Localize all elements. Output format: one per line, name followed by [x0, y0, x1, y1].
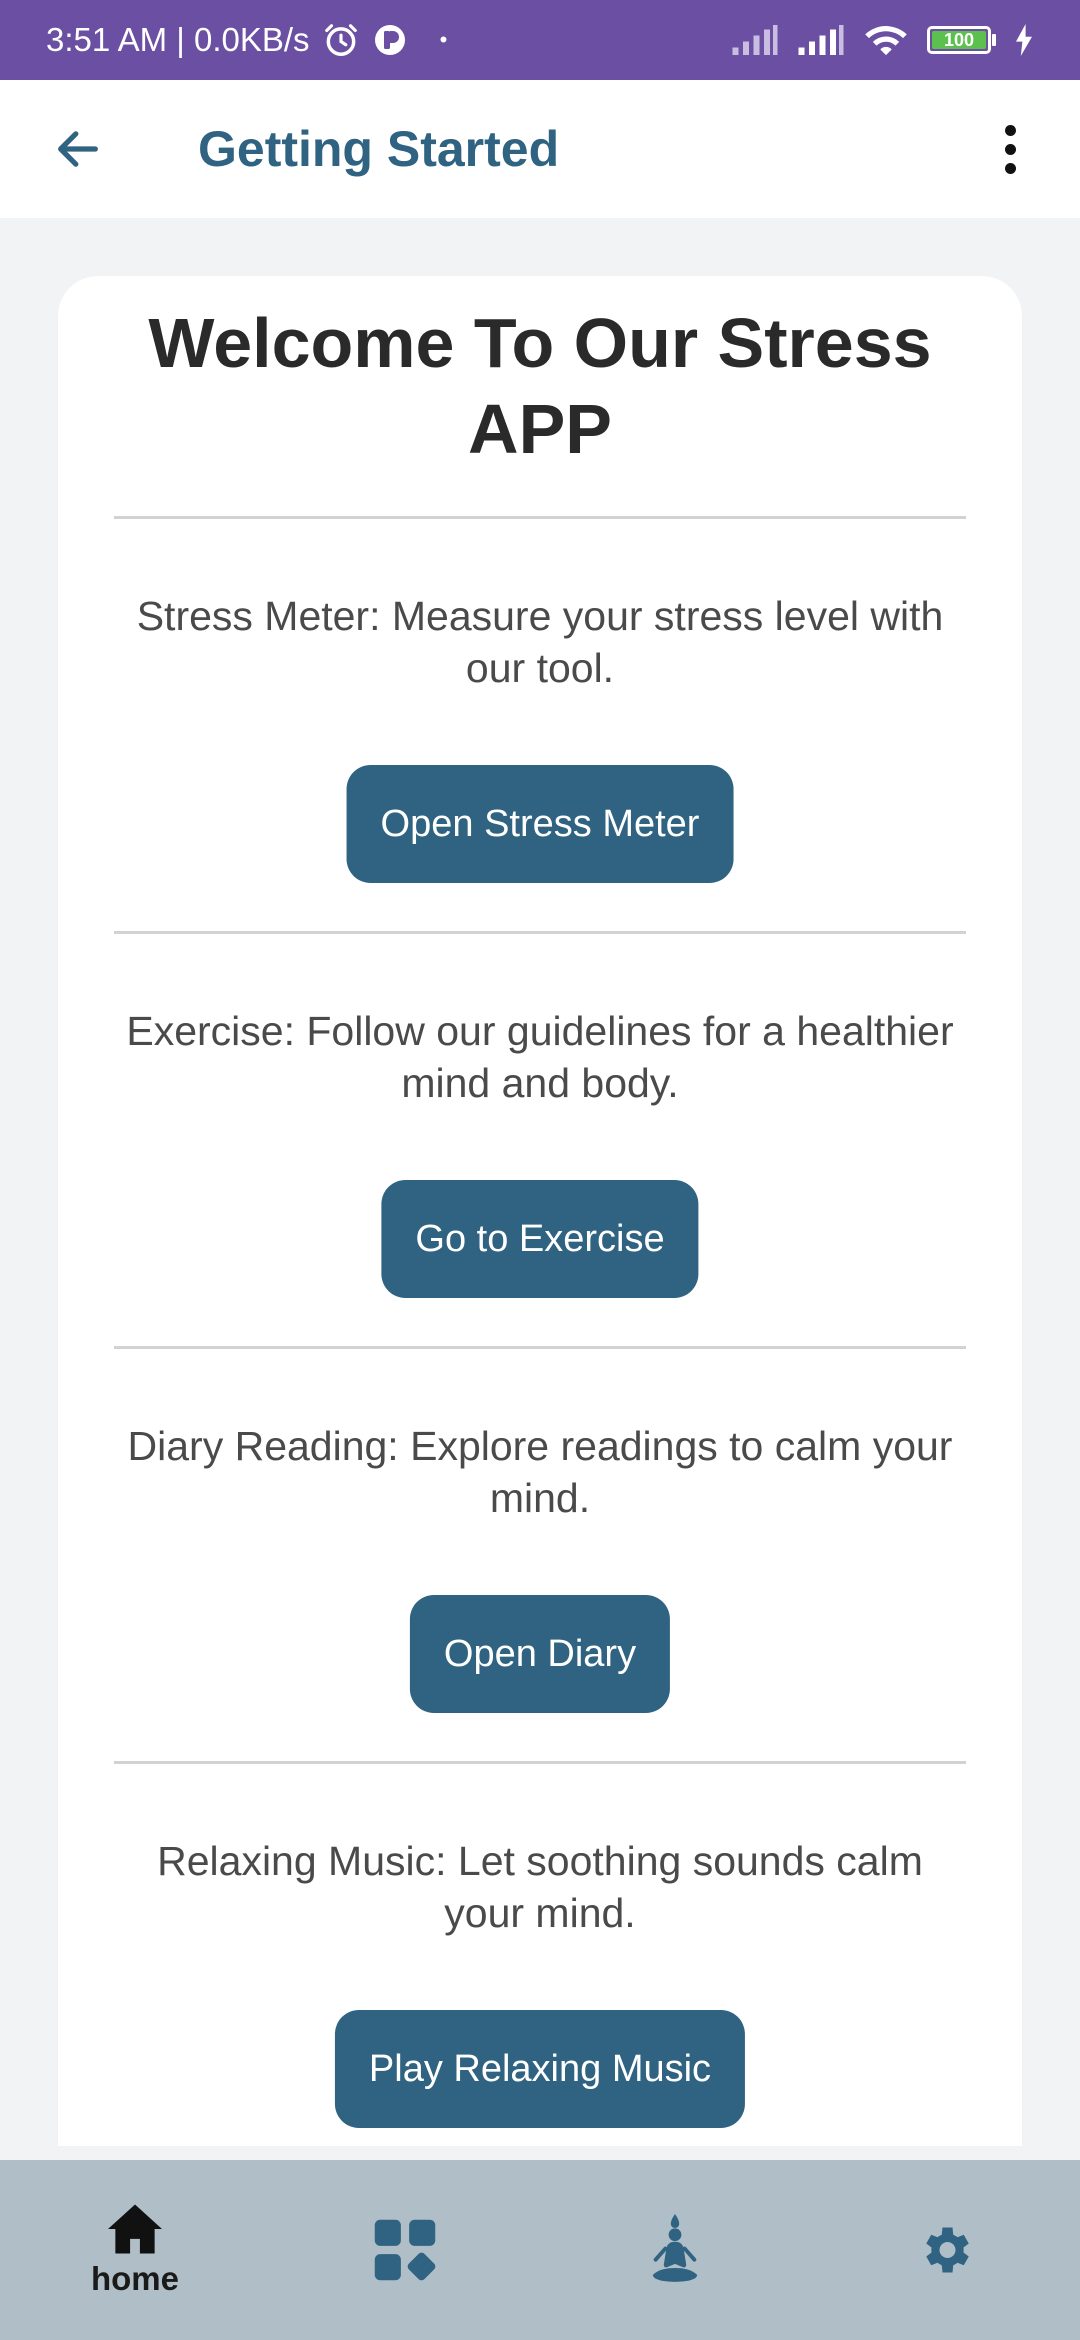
stress-meter-description: Stress Meter: Measure your stress level … — [136, 593, 944, 691]
more-vertical-icon — [1004, 124, 1016, 136]
relaxing-music-description: Relaxing Music: Let soothing sounds calm… — [157, 1838, 923, 1936]
arrow-left-icon — [58, 131, 98, 167]
dashboard-icon — [374, 2219, 436, 2281]
welcome-title: Welcome To Our Stress APP — [148, 304, 932, 468]
meditation-icon — [652, 2214, 698, 2282]
status-time-speed: 3:51 AM | 0.0KB/s — [46, 21, 310, 58]
page-title: Getting Started — [198, 121, 560, 177]
signal-icon — [797, 25, 845, 55]
open-stress-meter-button[interactable]: Open Stress Meter — [346, 765, 734, 883]
divider — [114, 1761, 966, 1764]
settings-icon — [926, 2227, 969, 2273]
status-dot: • — [439, 27, 448, 52]
app-bar: Getting Started — [0, 80, 1080, 218]
divider — [114, 516, 966, 519]
home-icon — [108, 2204, 162, 2254]
go-to-exercise-button[interactable]: Go to Exercise — [381, 1180, 699, 1298]
more-options-button[interactable] — [980, 109, 1040, 189]
back-button[interactable] — [38, 109, 118, 189]
status-left: 3:51 AM | 0.0KB/s • — [46, 21, 731, 59]
divider — [114, 931, 966, 934]
open-diary-button[interactable]: Open Diary — [409, 1595, 671, 1713]
charging-icon — [1014, 24, 1034, 56]
alarm-icon — [322, 21, 360, 59]
nav-item-meditation[interactable] — [575, 2175, 775, 2325]
exercise-description: Exercise: Follow our guidelines for a he… — [126, 1008, 954, 1106]
wifi-icon — [863, 23, 909, 57]
nav-label-home: home — [90, 2260, 179, 2297]
welcome-card: Welcome To Our Stress APP Stress Meter: … — [58, 276, 1022, 2146]
divider — [114, 1346, 966, 1349]
screen: 3:51 AM | 0.0KB/s • 100 Getting Started … — [0, 0, 1080, 2340]
play-relaxing-music-button[interactable]: Play Relaxing Music — [334, 2010, 746, 2128]
status-bar: 3:51 AM | 0.0KB/s • 100 — [0, 0, 1080, 80]
app-indicator-icon — [372, 22, 408, 58]
signal-icon — [731, 25, 779, 55]
status-right: 100 — [731, 23, 1034, 57]
nav-item-dashboard[interactable] — [305, 2175, 505, 2325]
nav-item-settings[interactable] — [845, 2175, 1045, 2325]
diary-reading-description: Diary Reading: Explore readings to calm … — [127, 1423, 953, 1521]
bottom-nav: home — [0, 2160, 1080, 2340]
battery-icon: 100 — [927, 26, 996, 54]
nav-item-home[interactable]: home — [35, 2175, 235, 2325]
battery-level: 100 — [932, 30, 986, 50]
